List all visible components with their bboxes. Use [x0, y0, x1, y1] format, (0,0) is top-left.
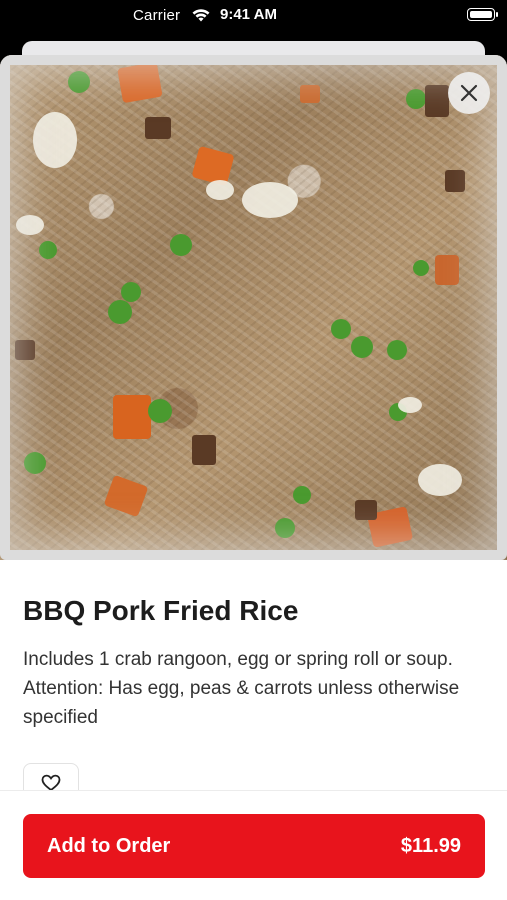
item-description: Includes 1 crab rangoon, egg or spring r…: [23, 649, 460, 728]
food-texture: [15, 62, 465, 548]
add-to-order-button[interactable]: Add to Order $11.99: [23, 814, 485, 878]
item-price: $11.99: [400, 834, 461, 857]
pork-pieces: [15, 85, 465, 520]
order-footer: Add to Order $11.99: [0, 790, 507, 900]
status-bar: Carrier 9:41 AM: [0, 0, 507, 34]
carrot-pieces: [104, 62, 459, 548]
add-to-order-label: Add to Order: [47, 834, 171, 857]
close-button[interactable]: [448, 72, 490, 114]
egg-pieces: [16, 112, 462, 496]
close-icon: [460, 84, 478, 102]
battery-icon: [467, 8, 498, 21]
item-title: BBQ Pork Fried Rice: [23, 595, 299, 626]
wifi-icon: [192, 9, 210, 22]
item-image: [0, 55, 507, 560]
peas: [24, 71, 429, 538]
carrier-label: Carrier: [133, 7, 181, 24]
clock: 9:41 AM: [220, 6, 277, 23]
item-detail-sheet: BBQ Pork Fried Rice Includes 1 crab rang…: [0, 55, 507, 900]
